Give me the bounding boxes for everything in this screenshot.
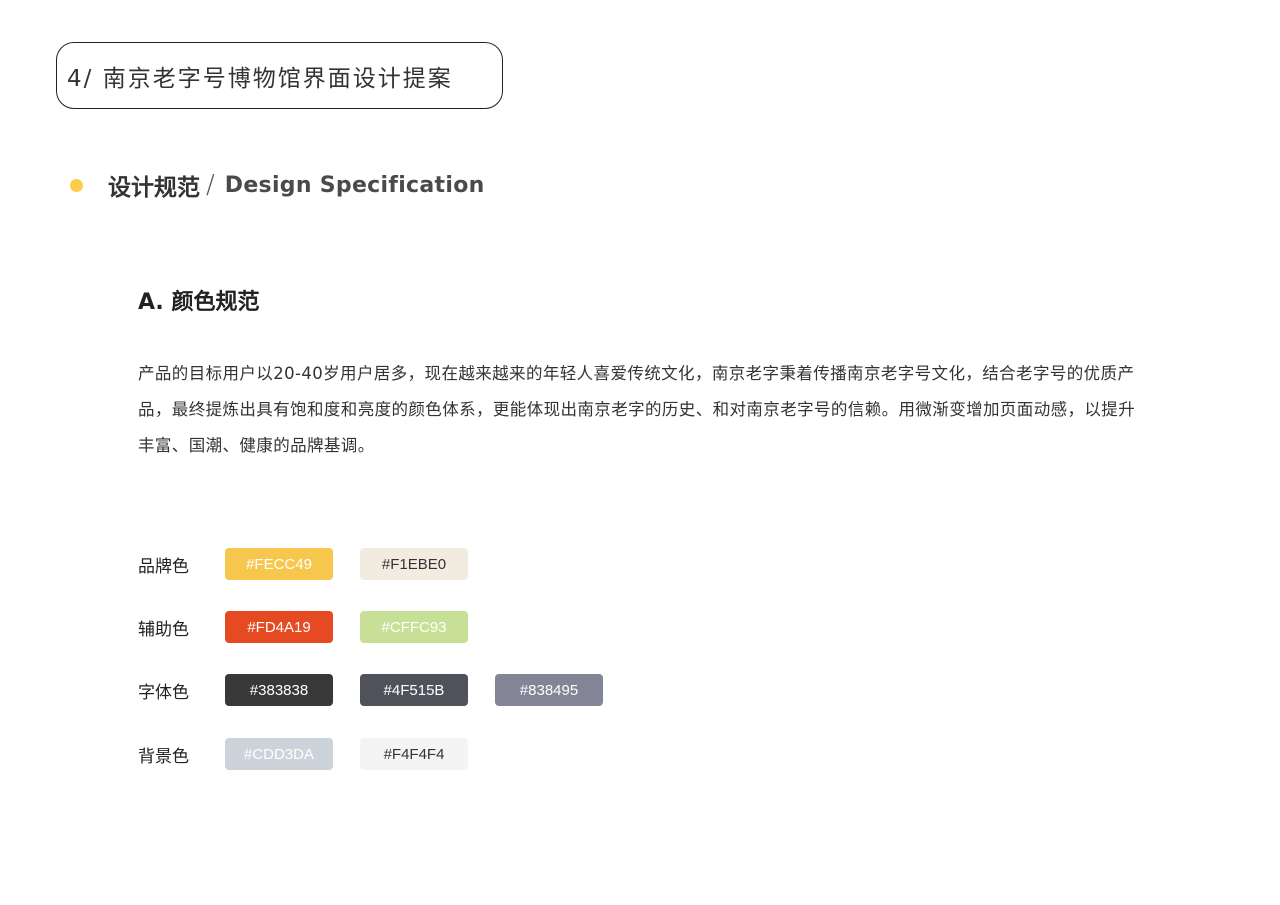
section-title-cn: 设计规范	[108, 175, 200, 201]
row-label: 品牌色	[138, 556, 189, 577]
bullet-dot-icon	[70, 178, 83, 192]
subsection-title: A. 颜色规范	[138, 290, 260, 315]
color-swatch: #FD4A19	[225, 611, 333, 643]
color-swatch: #CDD3DA	[225, 738, 333, 770]
row-label: 字体色	[138, 682, 189, 703]
row-label: 背景色	[138, 746, 189, 767]
color-swatch: #383838	[225, 674, 333, 706]
color-swatch: #838495	[495, 674, 603, 706]
page-title-box: 4/ 南京老字号博物馆界面设计提案	[56, 42, 503, 109]
section-title-en: Design Specification	[224, 172, 485, 198]
description-paragraph: 产品的目标用户以20-40岁用户居多，现在越来越来的年轻人喜爱传统文化，南京老字…	[138, 364, 1136, 455]
color-swatch: #F1EBE0	[360, 548, 468, 580]
palette-row-font: 字体色 #383838 #4F515B #838495	[138, 674, 630, 706]
palette-row-background: 背景色 #CDD3DA #F4F4F4	[138, 738, 495, 770]
color-swatch: #4F515B	[360, 674, 468, 706]
palette-row-brand: 品牌色 #FECC49 #F1EBE0	[138, 548, 495, 580]
section-heading: 设计规范 / Design Specification	[70, 168, 485, 202]
page-title: 4/ 南京老字号博物馆界面设计提案	[67, 65, 453, 92]
color-swatch: #F4F4F4	[360, 738, 468, 770]
color-swatch: #FECC49	[225, 548, 333, 580]
section-divider: /	[206, 170, 215, 200]
palette-row-auxiliary: 辅助色 #FD4A19 #CFFC93	[138, 611, 495, 643]
row-label: 辅助色	[138, 619, 189, 640]
color-swatch: #CFFC93	[360, 611, 468, 643]
